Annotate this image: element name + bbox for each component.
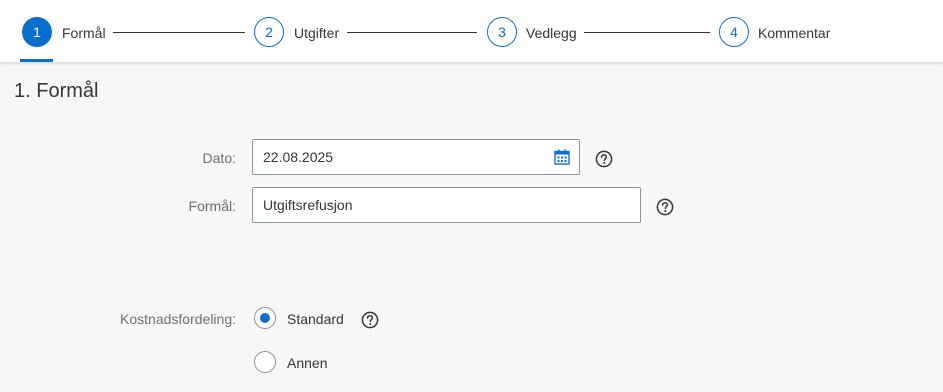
radio-annen-label[interactable]: Annen xyxy=(287,354,327,372)
wizard-progress-bar: 1 Formål 2 Utgifter 3 Vedlegg 4 Kommenta… xyxy=(0,0,943,62)
wizard-step-4-number[interactable]: 4 xyxy=(719,17,749,47)
radio-standard-label[interactable]: Standard xyxy=(287,310,344,328)
active-step-indicator xyxy=(20,59,53,62)
wizard-connector xyxy=(584,32,710,33)
help-circle-icon[interactable] xyxy=(655,197,675,217)
date-label: Dato: xyxy=(202,150,236,166)
radio-selected-dot xyxy=(260,313,270,323)
date-input[interactable] xyxy=(252,139,580,175)
wizard-step-2-label[interactable]: Utgifter xyxy=(294,24,339,42)
purpose-input[interactable] xyxy=(252,187,641,223)
help-circle-icon[interactable] xyxy=(360,310,380,330)
help-circle-icon[interactable] xyxy=(594,149,614,169)
wizard-connector xyxy=(113,32,245,33)
wizard-step-2-number[interactable]: 2 xyxy=(254,17,284,47)
wizard-step-3-label[interactable]: Vedlegg xyxy=(526,24,577,42)
calendar-icon[interactable] xyxy=(549,144,575,170)
wizard-connector xyxy=(347,32,477,33)
wizard-step-1-label[interactable]: Formål xyxy=(62,24,106,42)
radio-annen[interactable] xyxy=(254,351,276,373)
purpose-label: Formål: xyxy=(188,198,236,214)
wizard-step-3-number[interactable]: 3 xyxy=(487,17,517,47)
cost-distribution-label: Kostnadsfordeling: xyxy=(120,311,236,327)
section-title: 1. Formål xyxy=(14,80,99,102)
wizard-step-1-number[interactable]: 1 xyxy=(22,17,52,47)
radio-standard[interactable] xyxy=(254,307,276,329)
wizard-step-4-label[interactable]: Kommentar xyxy=(758,24,830,42)
